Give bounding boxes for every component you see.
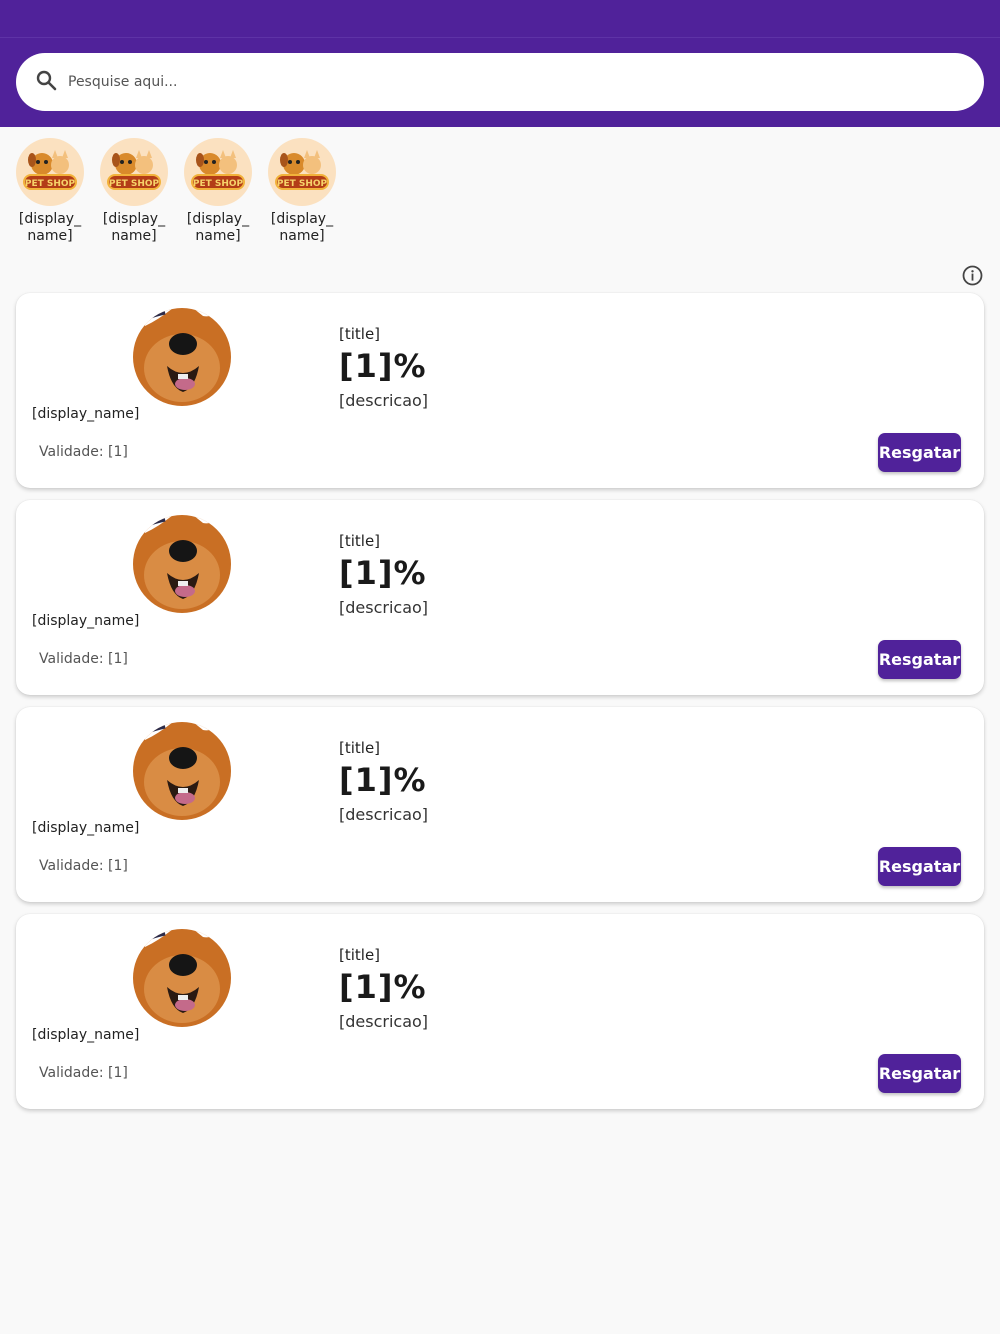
redeem-button[interactable]: Resgatar xyxy=(878,1054,961,1093)
redeem-button[interactable]: Resgatar xyxy=(878,847,961,886)
store-item[interactable]: PET SHOP [display_ name] xyxy=(184,138,252,245)
coupon-discount: [1]% xyxy=(339,554,427,592)
redeem-button[interactable]: Resgatar xyxy=(878,433,961,472)
coupon-title: [title] xyxy=(339,532,381,550)
header xyxy=(0,38,1000,127)
store-item[interactable]: PET SHOP [display_ name] xyxy=(16,138,84,245)
info-icon[interactable] xyxy=(962,265,983,286)
pet-shop-logo: PET SHOP xyxy=(16,138,84,206)
logo-text: PET SHOP xyxy=(277,179,328,189)
store-label: [display_ name] xyxy=(102,211,166,244)
coupon-discount: [1]% xyxy=(339,761,427,799)
store-photo xyxy=(133,929,231,1027)
logo-text: PET SHOP xyxy=(25,179,76,189)
coupon-discount: [1]% xyxy=(339,968,427,1006)
search-icon xyxy=(34,68,58,96)
store-item[interactable]: PET SHOP [display_ name] xyxy=(268,138,336,245)
search-input[interactable] xyxy=(68,74,948,90)
coupon-card: [display_name] Validade: [1] [title] [1]… xyxy=(16,500,984,695)
coupon-list: [display_name] Validade: [1] [title] [1]… xyxy=(16,293,984,1121)
pet-shop-logo: PET SHOP xyxy=(184,138,252,206)
store-label: [display_ name] xyxy=(270,211,334,244)
search-bar[interactable] xyxy=(16,53,984,111)
store-label: [display_ name] xyxy=(18,211,82,244)
coupon-description: [descricao] xyxy=(339,1012,429,1031)
store-photo xyxy=(133,722,231,820)
coupon-validity: Validade: [1] xyxy=(39,444,128,460)
coupon-discount: [1]% xyxy=(339,347,427,385)
coupon-card: [display_name] Validade: [1] [title] [1]… xyxy=(16,293,984,488)
pet-shop-logo: PET SHOP xyxy=(100,138,168,206)
coupon-store-name: [display_name] xyxy=(32,613,140,629)
coupon-title: [title] xyxy=(339,739,381,757)
status-bar xyxy=(0,0,1000,38)
coupon-store-name: [display_name] xyxy=(32,406,140,422)
coupon-card: [display_name] Validade: [1] [title] [1]… xyxy=(16,914,984,1109)
coupon-validity: Validade: [1] xyxy=(39,651,128,667)
coupon-validity: Validade: [1] xyxy=(39,858,128,874)
store-item[interactable]: PET SHOP [display_ name] xyxy=(100,138,168,245)
coupon-store-name: [display_name] xyxy=(32,1027,140,1043)
store-label: [display_ name] xyxy=(186,211,250,244)
coupon-description: [descricao] xyxy=(339,391,429,410)
coupon-description: [descricao] xyxy=(339,805,429,824)
coupon-description: [descricao] xyxy=(339,598,429,617)
coupon-title: [title] xyxy=(339,325,381,343)
coupon-validity: Validade: [1] xyxy=(39,1065,128,1081)
store-photo xyxy=(133,308,231,406)
store-photo xyxy=(133,515,231,613)
coupon-store-name: [display_name] xyxy=(32,820,140,836)
logo-text: PET SHOP xyxy=(193,179,244,189)
coupon-card: [display_name] Validade: [1] [title] [1]… xyxy=(16,707,984,902)
logo-text: PET SHOP xyxy=(109,179,160,189)
coupon-title: [title] xyxy=(339,946,381,964)
redeem-button[interactable]: Resgatar xyxy=(878,640,961,679)
pet-shop-logo: PET SHOP xyxy=(268,138,336,206)
store-list: PET SHOP [display_ name] PET SHOP [displ… xyxy=(16,138,352,245)
